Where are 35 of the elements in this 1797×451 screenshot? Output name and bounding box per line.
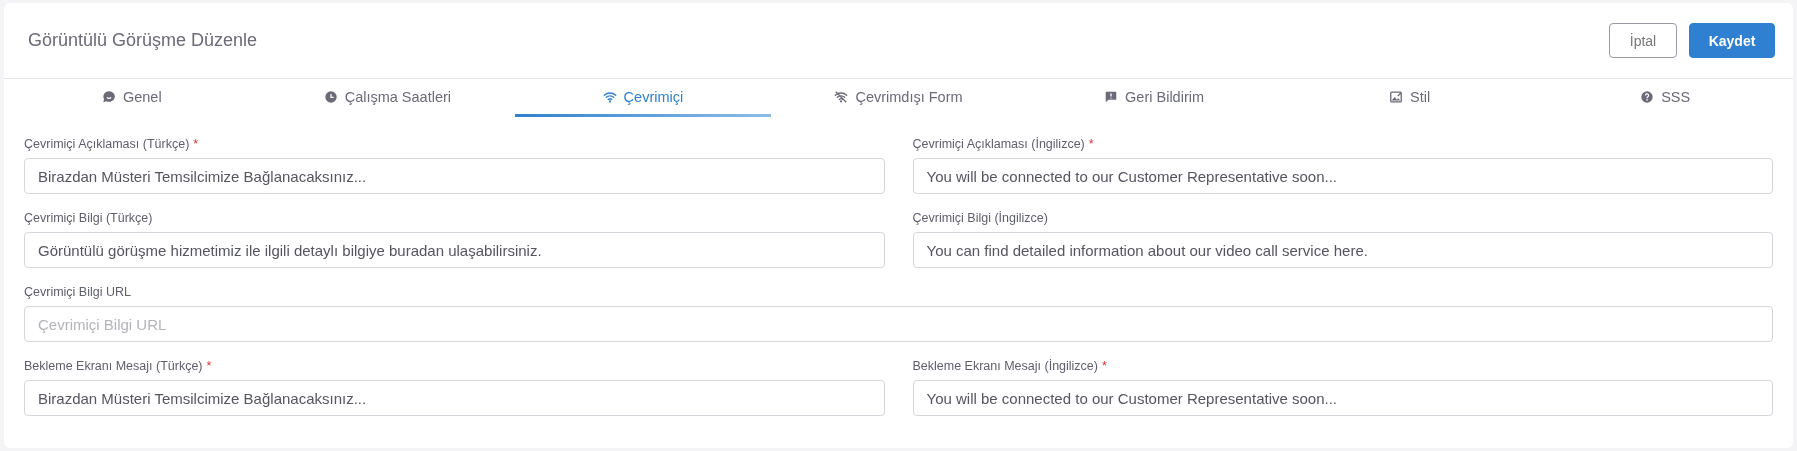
input-field[interactable]: You will be connected to our Customer Representative soon... <box>912 158 1773 194</box>
feedback-icon <box>1104 89 1119 104</box>
cancel-button[interactable]: İptal <box>1609 23 1677 58</box>
required-mark: * <box>1102 359 1107 373</box>
chat-bubble-icon <box>101 89 116 104</box>
input-field[interactable]: Birazdan Müsteri Temsilcimize Bağlanacaksınız... <box>24 158 885 194</box>
help-icon <box>1640 89 1655 104</box>
input-field[interactable]: Birazdan Müsteri Temsilcimize Bağlanacaksınız... <box>24 380 885 416</box>
tab[interactable]: Geri Bildirim <box>1026 79 1282 117</box>
tab[interactable]: Çevrimiçi <box>515 79 771 117</box>
field-label: Bekleme Ekranı Mesajı (İngilizce) <box>912 359 1098 373</box>
clock-icon <box>323 89 338 104</box>
tab[interactable]: Çalışma Saatleri <box>259 79 516 117</box>
input-field[interactable]: You can find detailed information about our video call service here. <box>912 232 1773 268</box>
page-title: Görüntülü Görüşme Düzenle <box>28 30 258 51</box>
input-field[interactable]: You will be connected to our Customer Representative soon... <box>912 380 1773 416</box>
required-mark: * <box>206 359 212 373</box>
required-mark: * <box>1088 137 1094 151</box>
wifi-off-icon <box>834 89 849 104</box>
input-field[interactable]: Çevrimiçi Bilgi URL <box>24 306 1773 342</box>
required-mark: * <box>193 137 199 151</box>
field-label: Çevrimiçi Açıklaması (İngilizce) <box>912 137 1085 151</box>
field-label: Çevrimiçi Bilgi (İngilizce) <box>912 211 1049 225</box>
field-label: Bekleme Ekranı Mesajı (Türkçe) <box>24 359 203 373</box>
image-edit-icon <box>1389 89 1404 104</box>
tab[interactable]: Genel <box>4 79 260 117</box>
tab[interactable]: Stil <box>1281 79 1538 117</box>
field-label: Çevrimiçi Bilgi URL <box>24 285 132 299</box>
wifi-icon <box>602 89 617 104</box>
tab[interactable]: SSS <box>1537 79 1793 117</box>
input-field[interactable]: Görüntülü görüşme hizmetimiz ile ilgili detaylı bilgiye buradan ulaşabilirsiniz. <box>24 232 885 268</box>
field-label: Çevrimiçi Bilgi (Türkçe) <box>24 211 154 225</box>
field-label: Çevrimiçi Açıklaması (Türkçe) <box>24 137 190 151</box>
save-button[interactable]: Kaydet <box>1689 23 1775 58</box>
tab[interactable]: Çevrimdışı Form <box>770 79 1027 117</box>
